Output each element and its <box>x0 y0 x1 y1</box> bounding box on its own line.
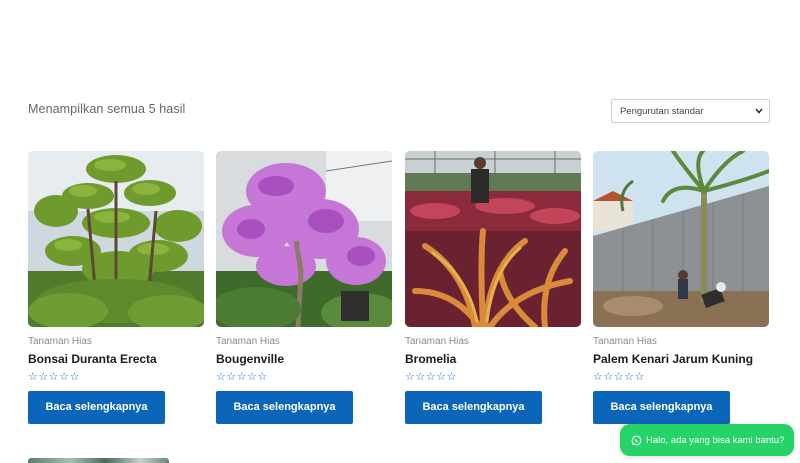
chevron-down-icon <box>755 108 763 114</box>
product-title[interactable]: Palem Kenari Jarum Kuning <box>593 352 753 366</box>
product-image-partial[interactable] <box>28 458 169 463</box>
whatsapp-icon <box>631 435 642 445</box>
ordering-selected-value: Pengurutan standar <box>620 106 704 117</box>
star-rating: ☆☆☆☆☆ <box>405 371 457 383</box>
whatsapp-chat-button[interactable]: Halo, ada yang bisa kami bantu? <box>620 424 794 456</box>
product-category[interactable]: Tanaman Hias <box>216 336 280 347</box>
product-grid: Tanaman Hias Bonsai Duranta Erecta ☆☆☆☆☆… <box>28 151 770 431</box>
read-more-button[interactable]: Baca selengkapnya <box>28 391 165 424</box>
read-more-button[interactable]: Baca selengkapnya <box>593 391 730 424</box>
product-card: Tanaman Hias Bougenville ☆☆☆☆☆ Baca sele… <box>216 151 392 426</box>
product-card: Tanaman Hias Bromelia ☆☆☆☆☆ Baca selengk… <box>405 151 581 426</box>
product-image-bonsai[interactable] <box>28 151 204 327</box>
product-title[interactable]: Bougenville <box>216 352 284 366</box>
result-count: Menampilkan semua 5 hasil <box>28 102 186 116</box>
ordering-select[interactable]: Pengurutan standar <box>611 99 770 123</box>
star-rating: ☆☆☆☆☆ <box>28 371 80 383</box>
product-card: Tanaman Hias Bonsai Duranta Erecta ☆☆☆☆☆… <box>28 151 204 426</box>
chat-label: Halo, ada yang bisa kami bantu? <box>646 434 785 446</box>
star-rating: ☆☆☆☆☆ <box>216 371 268 383</box>
product-image-bougenville[interactable] <box>216 151 392 327</box>
product-category[interactable]: Tanaman Hias <box>593 336 657 347</box>
product-title[interactable]: Bromelia <box>405 352 456 366</box>
read-more-button[interactable]: Baca selengkapnya <box>216 391 353 424</box>
product-card: Tanaman Hias Palem Kenari Jarum Kuning ☆… <box>593 151 769 426</box>
product-title[interactable]: Bonsai Duranta Erecta <box>28 352 157 366</box>
product-image-palem[interactable] <box>593 151 769 327</box>
star-rating: ☆☆☆☆☆ <box>593 371 645 383</box>
product-category[interactable]: Tanaman Hias <box>405 336 469 347</box>
product-image-bromelia[interactable] <box>405 151 581 327</box>
product-category[interactable]: Tanaman Hias <box>28 336 92 347</box>
read-more-button[interactable]: Baca selengkapnya <box>405 391 542 424</box>
